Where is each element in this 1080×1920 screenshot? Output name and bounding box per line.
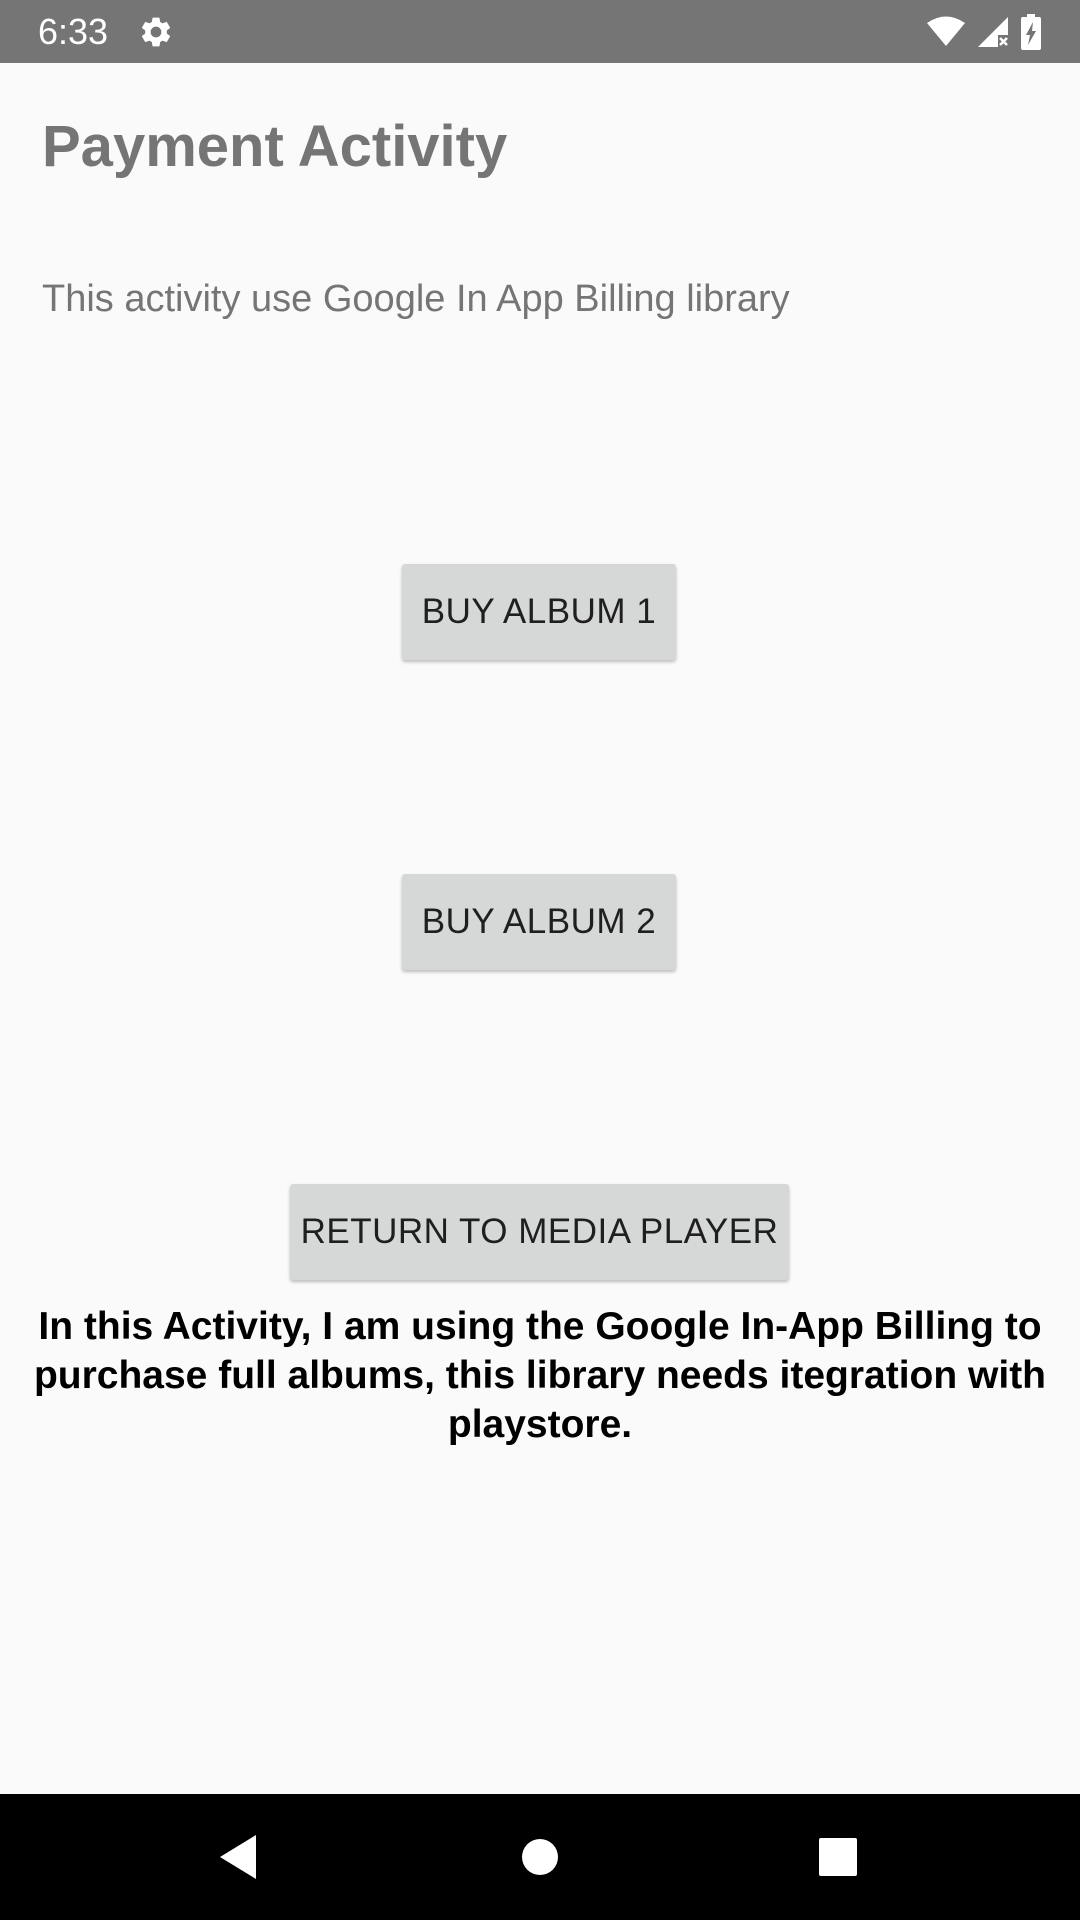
battery-icon (1020, 14, 1042, 50)
screen: 6:33 Payment Activity This activity use … (0, 0, 1080, 1920)
wifi-icon (926, 16, 966, 48)
buy-album-1-button[interactable]: BUY ALBUM 1 (402, 564, 676, 660)
navigation-bar (0, 1794, 1080, 1920)
page-title: Payment Activity (42, 114, 508, 179)
signal-icon (976, 15, 1010, 49)
back-icon[interactable] (198, 1817, 278, 1897)
buy-album-2-button[interactable]: BUY ALBUM 2 (402, 874, 676, 970)
status-time: 6:33 (38, 11, 109, 52)
gear-icon (138, 14, 174, 50)
recents-icon[interactable] (798, 1817, 878, 1897)
page-subtitle: This activity use Google In App Billing … (42, 278, 790, 320)
status-bar: 6:33 (0, 0, 1080, 63)
status-icons (926, 14, 1042, 50)
return-to-media-player-button[interactable]: RETURN TO MEDIA PLAYER (290, 1184, 789, 1280)
info-text: In this Activity, I am using the Google … (33, 1305, 1047, 1446)
home-icon[interactable] (500, 1817, 580, 1897)
